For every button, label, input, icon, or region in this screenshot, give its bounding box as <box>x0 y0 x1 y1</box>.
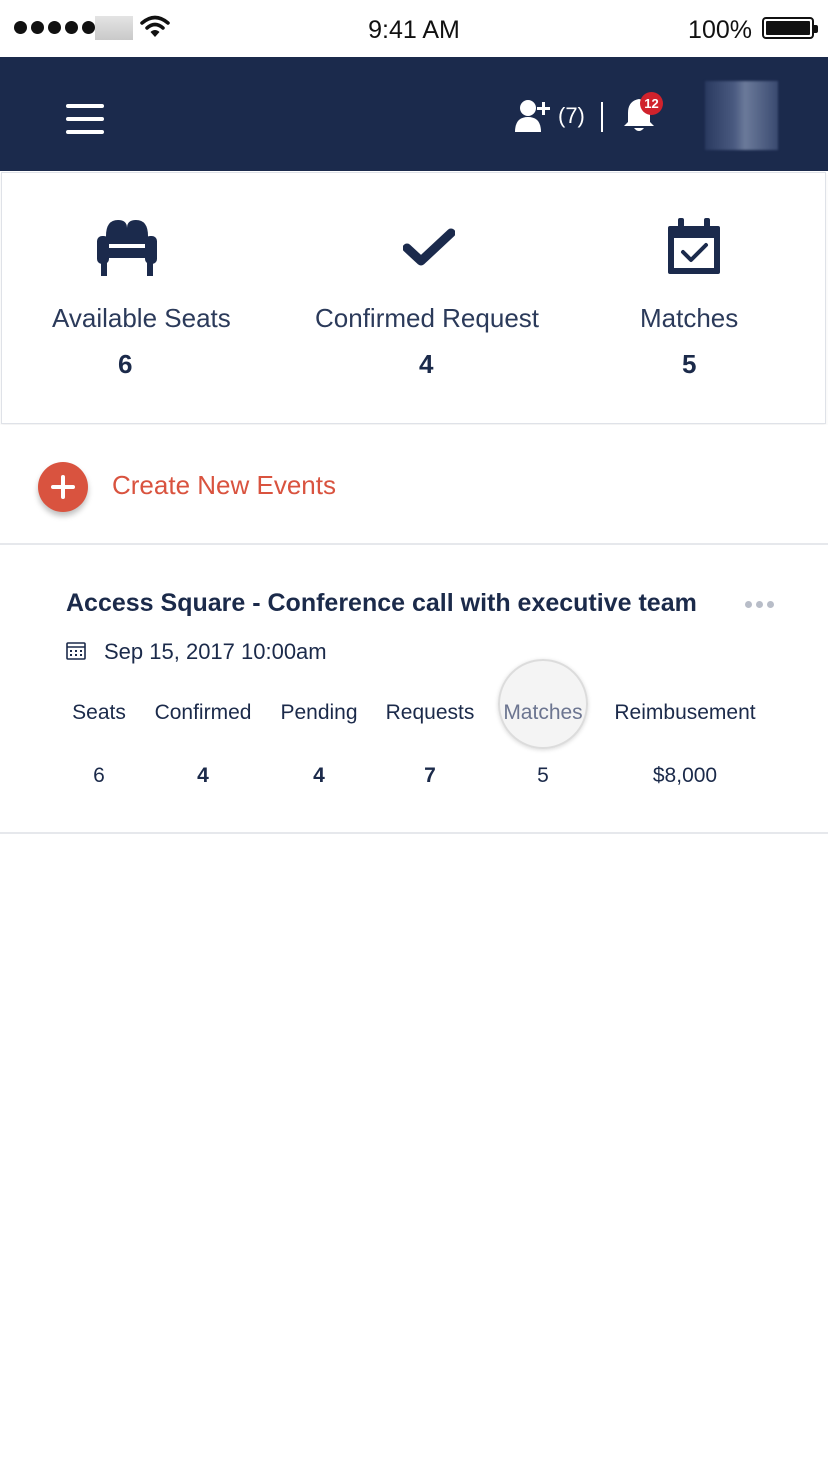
calendar-icon <box>66 642 86 660</box>
column-value-requests[interactable]: 7 <box>424 764 436 788</box>
stat-label-matches: Matches <box>640 303 739 333</box>
checkmark-icon <box>403 228 455 266</box>
column-label-requests[interactable]: Requests <box>386 701 475 725</box>
event-title[interactable]: Access Square - Conference call with exe… <box>66 589 697 618</box>
column-value-matches[interactable]: 5 <box>537 764 549 788</box>
column-label-seats: Seats <box>72 701 126 724</box>
column-label-reimbursement: Reimbusement <box>614 701 756 724</box>
column-value-seats: 6 <box>93 764 105 787</box>
stat-value-available-seats: 6 <box>118 349 133 379</box>
stat-label-confirmed-request: Confirmed Request <box>315 303 539 333</box>
stat-value-confirmed-request: 4 <box>419 349 434 379</box>
create-event-label[interactable]: Create New Events <box>112 470 336 501</box>
avatar[interactable] <box>705 81 778 150</box>
column-label-confirmed[interactable]: Confirmed <box>155 701 252 725</box>
stats-summary-card: Available Seats 6 Confirmed Request 4 Ma… <box>1 172 826 424</box>
column-value-reimbursement: $8,000 <box>652 764 718 787</box>
create-event-row[interactable]: Create New Events <box>0 425 828 545</box>
armchair-icon <box>97 220 157 276</box>
stat-value-matches: 5 <box>682 349 697 379</box>
calendar-check-icon <box>668 218 720 274</box>
battery-percentage: 100% <box>688 16 752 44</box>
column-label-matches[interactable]: Matches <box>503 701 582 725</box>
add-user-icon[interactable] <box>515 99 553 133</box>
add-user-count[interactable]: (7) <box>558 103 585 129</box>
add-event-icon[interactable] <box>38 462 88 512</box>
notification-badge: 12 <box>640 92 663 115</box>
top-navbar: (7) 12 <box>0 57 828 171</box>
nav-divider <box>601 102 603 132</box>
status-bar: 9:41 AM 100% <box>0 0 828 57</box>
column-value-confirmed[interactable]: 4 <box>197 764 209 788</box>
event-card[interactable]: Access Square - Conference call with exe… <box>0 547 828 834</box>
stat-label-available-seats: Available Seats <box>52 303 231 333</box>
column-value-pending[interactable]: 4 <box>313 764 325 788</box>
column-label-pending[interactable]: Pending <box>280 701 357 725</box>
battery-icon <box>762 17 818 39</box>
more-options-icon[interactable] <box>745 601 774 608</box>
event-date: Sep 15, 2017 10:00am <box>104 639 327 664</box>
menu-icon[interactable] <box>66 104 104 134</box>
